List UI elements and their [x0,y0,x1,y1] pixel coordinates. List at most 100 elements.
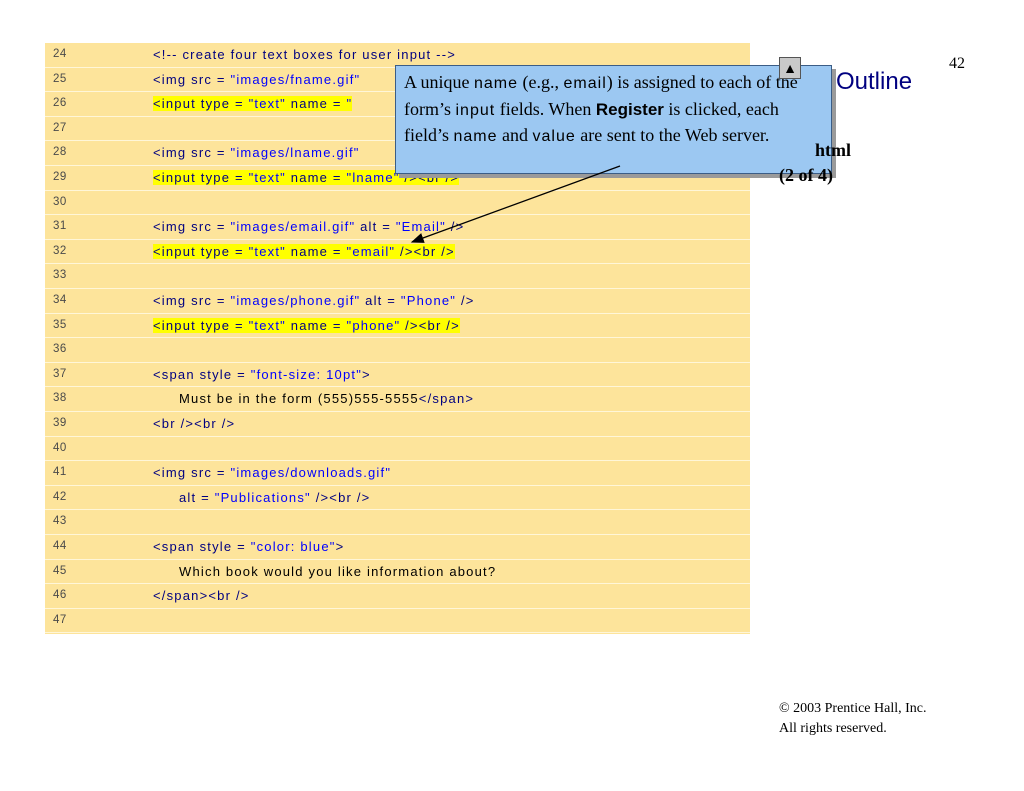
line-number: 30 [53,195,67,208]
file-name: html [815,140,851,160]
code-token: /> [456,293,475,308]
code-line: 24 <!-- create four text boxes for user i… [45,43,750,68]
code-line: 42 alt = "Publications" /><br /> [45,486,750,511]
code-token: name = [285,170,347,185]
code-token: "phone" [346,317,401,333]
code-token: "font-size: 10pt" [250,366,363,382]
code-token: "Email" [395,219,446,235]
code-text: <img src = "images/email.gif" alt = "Ema… [153,219,464,234]
code-line: 35 <input type = "text" name = "phone" />… [45,314,750,339]
code-token: <input type = [153,243,249,259]
line-number: 35 [53,318,67,331]
line-number: 28 [53,146,67,159]
code-line: 44 <span style = "color: blue"> [45,535,750,560]
code-token: name = [285,243,347,259]
code-text: <img src = "images/fname.gif" [153,72,360,87]
slide-number: 42 [949,55,965,72]
line-number: 37 [53,367,67,380]
code-line: 39 <br /><br /> [45,412,750,437]
code-text: Must be in the form (555)555-5555</span> [179,391,474,406]
code-token: "text" [248,317,286,333]
code-line: 31 <img src = "images/email.gif" alt = "E… [45,215,750,240]
code-token: <img src = [153,465,231,481]
callout-text: (e.g., [518,72,564,92]
code-line: 30 [45,191,750,216]
line-number: 36 [53,343,67,356]
line-number: 42 [53,490,67,503]
callout-note: A unique name (e.g., email) is assigned … [395,65,832,174]
code-text: <img src = "images/downloads.gif" [153,465,391,480]
code-token: <span style = [153,539,251,554]
outline-title: Outline [836,68,913,95]
code-line: 47 [45,609,750,634]
code-token: alt = [179,489,215,505]
code-token: <span style = [153,366,251,382]
callout-button-term: Register [595,99,664,119]
code-token: "images/lname.gif" [230,145,360,161]
code-text: <input type = "text" name = "email" /><b… [153,243,455,259]
code-token: "Phone" [400,293,457,308]
code-line: 36 [45,338,750,363]
code-token: > [335,539,345,554]
code-token: > [362,366,371,382]
code-text: <img src = "images/lname.gif" [153,145,360,160]
code-token: "text" [248,96,286,112]
callout-code-term: email [563,75,607,92]
code-line: 46 </span><br /> [45,584,750,609]
copyright-line: © 2003 Prentice Hall, Inc. [779,701,927,716]
line-number: 43 [53,515,67,528]
line-number: 45 [53,564,67,577]
code-token: <input type = [153,96,249,112]
code-token: "color: blue" [250,539,336,554]
line-number: 46 [53,589,67,602]
line-number: 24 [53,48,67,60]
code-token: "images/fname.gif" [230,71,361,87]
callout-text: fields. When [495,98,596,119]
code-token: "images/phone.gif" [230,293,361,308]
callout-text: are sent to the Web server. [575,125,770,145]
line-number: 33 [53,269,67,282]
code-text: <input type = "text" name = "phone" /><b… [153,317,460,333]
code-text: alt = "Publications" /><br /> [179,490,370,505]
code-line: 37 <span style = "font-size: 10pt"> [45,363,750,388]
callout-text: and [497,125,533,145]
file-part: (2 of 4) [779,165,833,185]
code-line: 34 <img src = "images/phone.gif" alt = "P… [45,289,750,314]
line-number: 44 [53,540,67,552]
code-token: <img src = [153,71,231,87]
line-number: 39 [53,417,67,429]
callout-text: A unique [404,72,474,92]
code-token: Which book would you like information ab… [179,563,497,579]
code-text: Which book would you like information ab… [179,564,496,579]
code-token: "Publications" [214,489,311,505]
code-token: /><br /> [395,243,455,259]
code-token: <!-- create four text boxes for user inp… [153,47,457,62]
code-token: <img src = [153,145,231,161]
code-token: <br /><br /> [153,416,236,431]
line-number: 26 [53,97,67,110]
code-token: <img src = [153,293,231,308]
callout-code-term: value [532,128,576,145]
code-token: <input type = [153,317,249,333]
code-token: /><br /> [310,489,371,505]
callout-code-term: name [474,75,519,92]
code-token: /> [445,219,465,235]
code-text: <img src = "images/phone.gif" alt = "Pho… [153,293,475,308]
code-token: alt = [355,219,396,235]
callout-code-term: input [455,101,496,119]
code-token: "images/downloads.gif" [230,465,392,481]
line-number: 47 [53,613,67,626]
code-text: </span><br /> [153,588,250,603]
nav-up-button[interactable]: ▲ [779,57,801,79]
code-line: 33 [45,264,750,289]
code-token: "email" [346,243,396,259]
code-token: "lname" [346,170,400,185]
code-token: </span><br /> [153,588,250,604]
code-token: name = [285,96,347,112]
code-text: <span style = "font-size: 10pt"> [153,367,371,382]
code-token: alt = [360,293,401,308]
code-token: "text" [248,243,286,259]
code-token: /><br /> [400,317,460,333]
code-line: 41 <img src = "images/downloads.gif" [45,461,750,486]
callout-code-term: name [453,128,498,145]
